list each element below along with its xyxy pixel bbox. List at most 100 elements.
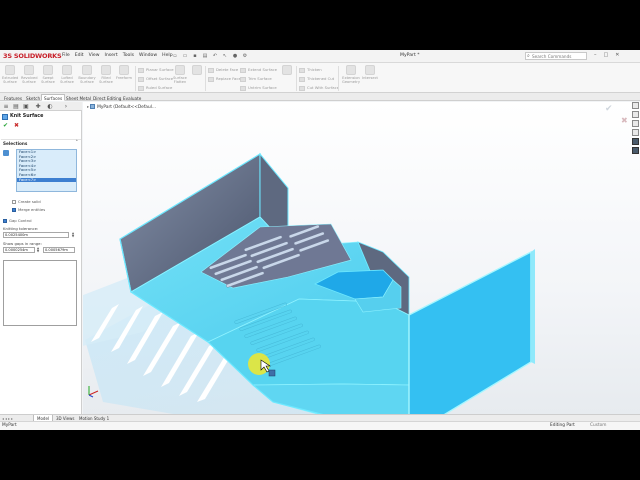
ruled-surface-button[interactable]: Ruled Surface [138,85,172,91]
gap-control-checkbox[interactable]: Gap Control [3,218,32,223]
select-icon[interactable]: ↖ [222,53,228,59]
tool-label: Freeform [116,76,133,80]
property-manager-tab-icon[interactable]: ▤ [12,103,20,110]
merge-entities-checkbox[interactable]: Merge entities [12,207,45,212]
tool-label: Thicken [307,67,322,72]
undo-icon[interactable]: ↶ [212,53,218,59]
face-selection-icon [3,150,9,156]
untrim-surface-button[interactable]: Untrim Surface [240,85,277,91]
tab-evaluate[interactable]: Evaluate [120,94,144,101]
trim-surface-button[interactable]: Trim Surface [240,76,272,82]
thickened-cut-icon [299,76,305,82]
appearances-icon[interactable] [632,138,639,145]
offset-surface-large-button[interactable] [190,65,204,76]
menu-file[interactable]: File [62,53,70,61]
tab-features[interactable]: Features [1,94,25,101]
tolerance-spinner-icon[interactable]: ▲ ▼ [71,232,75,238]
ok-button[interactable]: ✔ [3,122,8,129]
revolved-surface-button[interactable]: Revolved Surface [21,65,38,84]
face-list-item-selected[interactable]: Face<7> [17,177,76,183]
menu-edit[interactable]: Edit [75,53,84,61]
swept-surface-button[interactable]: Swept Surface [40,65,56,84]
gaps-list[interactable] [3,260,77,326]
tool-label: Untrim Surface [248,85,277,90]
extruded-surface-button[interactable]: Extruded Surface [2,65,18,84]
offset-surface-button[interactable]: Offset Surface [138,76,173,82]
tab-surfaces[interactable]: Surfaces [41,94,66,101]
intersect-button[interactable]: Intersect [362,65,378,80]
new-icon[interactable]: ▫ [172,53,178,59]
front-right-wall-face[interactable] [408,250,532,414]
close-icon[interactable]: ✕ [615,52,619,58]
knitting-tolerance-input[interactable]: 0.0025400m [3,232,69,238]
options-icon[interactable]: ⚙ [242,53,248,59]
gap-min-spinner-icon[interactable]: ▲ ▼ [36,247,40,253]
brand-mark: 3S [3,52,12,60]
planar-surface-button[interactable]: Planar Surface [138,67,174,73]
confirm-check-icon[interactable]: ✔ [605,104,613,114]
minimize-icon[interactable]: – [594,52,597,58]
status-bar: MyPart Editing Part Custom [0,421,640,430]
document-title: MyPart * [400,53,420,58]
boundary-surface-icon [82,65,92,75]
delete-face-button[interactable]: Delete Face [208,67,238,73]
configuration-manager-tab-icon[interactable]: ▣ [22,103,30,110]
tool-label: Extruded Surface [2,76,19,84]
reference-triad-icon [86,383,100,398]
cancel-button[interactable]: ✖ [14,122,19,129]
surface-model[interactable] [83,102,640,414]
menu-insert[interactable]: Insert [105,53,118,61]
feature-manager-tab-icon[interactable]: ≡ [2,103,10,110]
boundary-surface-button[interactable]: Boundary Surface [78,65,96,84]
extension-geometry-button[interactable]: Extension Geometry [341,65,361,84]
display-manager-tab-icon[interactable]: ◐ [46,103,54,110]
cut-with-surface-button[interactable]: Cut With Surface [299,85,339,91]
tool-label: Trim Surface [248,76,272,81]
search-commands-input[interactable]: ⌕ Search Commands [525,52,587,60]
panel-expand-icon[interactable]: › [62,103,70,110]
print-icon[interactable]: ▤ [202,53,208,59]
save-icon[interactable]: ▪ [192,53,198,59]
file-explorer-icon[interactable] [632,120,639,127]
selected-faces-list[interactable]: Face<1> Face<2> Face<3> Face<4> Face<5> … [16,149,77,192]
delete-face-icon [208,67,214,73]
offset-surface-icon [138,76,144,82]
checkbox-box-checked [12,208,16,212]
gap-range-min-input[interactable]: 0.0000254m [3,247,35,253]
view-palette-icon[interactable] [632,129,639,136]
graphics-area[interactable]: ▸ MyPart (Default<<Defaul... ✔ ✖ [83,102,640,414]
extend-surface-button[interactable]: Extend Surface [240,67,277,73]
property-manager-title: Knit Surface [1,112,81,121]
filled-surface-button[interactable]: Filled Surface [98,65,114,84]
restore-icon[interactable]: □ [604,52,609,58]
menu-tools[interactable]: Tools [123,53,134,61]
knit-surface-button[interactable] [280,65,294,76]
open-icon[interactable]: ▭ [182,53,188,59]
lofted-surface-button[interactable]: Lofted Surface [59,65,75,84]
knit-surface-icon [2,114,8,120]
custom-properties-icon[interactable] [632,147,639,154]
dimxpert-tab-icon[interactable]: ✚ [34,103,42,110]
create-solid-checkbox[interactable]: Create solid [12,199,41,204]
tool-label: Offset Surface [146,76,174,81]
thicken-button[interactable]: Thicken [299,67,322,73]
rebuild-icon[interactable]: ● [232,53,238,59]
thickened-cut-button[interactable]: Thickened Cut [299,76,334,82]
menu-window[interactable]: Window [139,53,157,61]
property-manager-title-text: Knit Surface [10,114,44,119]
replace-face-button[interactable]: Replace Face [208,76,241,82]
design-library-icon[interactable] [632,111,639,118]
resources-icon[interactable] [632,102,639,109]
tool-label: Revolved Surface [21,76,38,84]
gap-range-max-input[interactable]: 0.0005679m [43,247,75,253]
solidworks-logo[interactable]: 3S SOLIDWORKS [3,52,62,60]
menu-view[interactable]: View [89,53,100,61]
status-units[interactable]: Custom [590,423,606,428]
tool-label: Cut With Surface [307,85,340,90]
selections-group-header[interactable]: Selections ˄ [1,139,81,147]
surface-flatten-icon [175,65,185,75]
quick-access-toolbar: ▫ ▭ ▪ ▤ ↶ ↖ ● ⚙ [172,53,248,59]
surface-flatten-button[interactable]: Surface Flatten [172,65,188,84]
freeform-button[interactable]: Freeform [116,65,132,80]
confirm-cancel-icon[interactable]: ✖ [621,116,628,125]
